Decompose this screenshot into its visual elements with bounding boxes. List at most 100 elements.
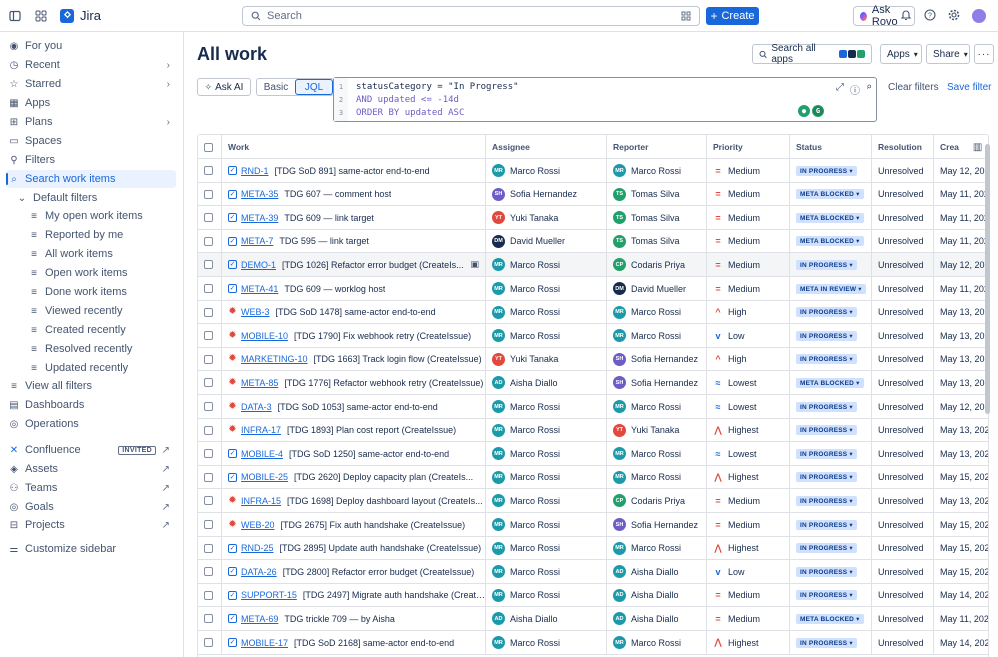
- table-row[interactable]: ✓ MOBILE-25 [TDG 2620] Deploy capacity pla…: [198, 465, 988, 490]
- sidebar-item-my-open-work-items[interactable]: ≡ My open work items: [6, 207, 176, 225]
- sidebar-item-all-work-items[interactable]: ≡ All work items: [6, 245, 176, 263]
- column-settings-icon[interactable]: ▥: [973, 142, 982, 153]
- reporter-cell[interactable]: DM David Mueller: [607, 277, 707, 300]
- sidebar-item-filters[interactable]: ⚲ Filters: [6, 151, 176, 169]
- row-checkbox[interactable]: [204, 331, 213, 341]
- priority-cell[interactable]: ⋀ Highest: [707, 536, 790, 560]
- reporter-cell[interactable]: MR Marco Rossi: [607, 536, 707, 560]
- search-all-apps-button[interactable]: Search all apps: [752, 43, 872, 65]
- issue-key-link[interactable]: META-85: [241, 378, 278, 388]
- issue-key-link[interactable]: MARKETING-10: [241, 354, 308, 364]
- status-cell[interactable]: IN PROGRESS ▾: [790, 253, 872, 277]
- status-cell[interactable]: IN PROGRESS ▾: [790, 347, 872, 371]
- priority-cell[interactable]: = Medium: [707, 489, 790, 513]
- external-link-icon[interactable]: ↗: [162, 483, 170, 494]
- status-badge[interactable]: IN PROGRESS ▾: [796, 637, 857, 648]
- assignee-cell[interactable]: MR Marco Rossi: [486, 159, 607, 182]
- priority-cell[interactable]: = Medium: [707, 583, 790, 607]
- chevron-right-icon[interactable]: ›: [167, 79, 170, 90]
- row-checkbox[interactable]: [204, 590, 213, 600]
- table-row[interactable]: ✹ WEB-20 [TDG 2675] Fix auth handshake (Cr…: [198, 513, 988, 537]
- table-row[interactable]: ✓ META-39 TDG 609 — link target YT Yuki Tana…: [198, 206, 988, 230]
- status-badge[interactable]: META BLOCKED ▾: [796, 377, 864, 388]
- reporter-cell[interactable]: TS Tomas Silva: [607, 206, 707, 230]
- sidebar-item-reported-by-me[interactable]: ≡ Reported by me: [6, 226, 176, 244]
- status-cell[interactable]: META BLOCKED ▾: [790, 229, 872, 253]
- assignee-cell[interactable]: MR Marco Rossi: [486, 442, 607, 466]
- select-all-checkbox[interactable]: [204, 142, 213, 152]
- issue-summary[interactable]: [TDG SoD 1053] same-actor end-to-end: [278, 402, 438, 412]
- table-row[interactable]: ✓ MOBILE-17 [TDG SoD 2168] same-actor end-…: [198, 631, 988, 655]
- sidebar-item-default-filters[interactable]: ⌄ Default filters: [6, 189, 176, 207]
- table-row[interactable]: ✓ SUPPORT-15 [TDG 2497] Migrate auth hands…: [198, 583, 988, 608]
- table-row[interactable]: ✓ DEMO-1 [TDG 1026] Refactor error budget …: [198, 253, 988, 277]
- sidebar-toggle-icon[interactable]: [8, 9, 22, 23]
- priority-cell[interactable]: ≈ Lowest: [707, 442, 790, 466]
- status-badge[interactable]: IN PROGRESS ▾: [796, 566, 857, 577]
- issue-key-link[interactable]: MOBILE-25: [241, 472, 288, 482]
- assignee-cell[interactable]: SH Sofia Hernandez: [486, 182, 607, 206]
- row-checkbox[interactable]: [204, 307, 213, 317]
- status-cell[interactable]: IN PROGRESS ▾: [790, 395, 872, 418]
- sidebar-item-starred[interactable]: ☆ Starred ›: [6, 75, 176, 93]
- reporter-cell[interactable]: CP Codaris Priya: [607, 253, 707, 277]
- row-checkbox[interactable]: [204, 236, 213, 246]
- status-cell[interactable]: IN PROGRESS ▾: [790, 324, 872, 348]
- reporter-cell[interactable]: MR Marco Rossi: [607, 442, 707, 466]
- assignee-cell[interactable]: MR Marco Rossi: [486, 536, 607, 560]
- issue-key-link[interactable]: WEB-3: [241, 307, 270, 317]
- priority-cell[interactable]: v Low: [707, 324, 790, 348]
- reporter-cell[interactable]: MR Marco Rossi: [607, 395, 707, 418]
- issue-key-link[interactable]: META-35: [241, 189, 278, 199]
- priority-cell[interactable]: ≈ Lowest: [707, 395, 790, 418]
- priority-cell[interactable]: = Medium: [707, 277, 790, 300]
- issue-key-link[interactable]: INFRA-15: [241, 496, 281, 506]
- status-cell[interactable]: META IN REVIEW ▾: [790, 277, 872, 300]
- status-badge[interactable]: META BLOCKED ▾: [796, 189, 864, 200]
- issue-summary[interactable]: TDG 595 — link target: [279, 236, 369, 246]
- status-badge[interactable]: IN PROGRESS ▾: [796, 495, 857, 506]
- sidebar-item-operations[interactable]: ◎ Operations: [6, 415, 176, 433]
- sidebar-item-recent[interactable]: ◷ Recent ›: [6, 56, 176, 74]
- issue-key-link[interactable]: DEMO-1: [241, 260, 276, 270]
- status-badge[interactable]: META IN REVIEW ▾: [796, 283, 866, 294]
- issue-summary[interactable]: TDG trickle 709 — by Aisha: [284, 614, 395, 624]
- external-link-icon[interactable]: ↗: [162, 445, 170, 456]
- column-header-reporter[interactable]: Reporter: [607, 135, 707, 159]
- status-cell[interactable]: IN PROGRESS ▾: [790, 300, 872, 324]
- table-row[interactable]: ✓ META-35 TDG 607 — comment host SH Sofia He…: [198, 182, 988, 207]
- sidebar-item-viewed-recently[interactable]: ≡ Viewed recently: [6, 302, 176, 320]
- ask-ai-button[interactable]: ✧ Ask AI: [197, 78, 251, 96]
- row-checkbox[interactable]: [204, 402, 213, 411]
- issue-summary[interactable]: [TDG 2675] Fix auth handshake (CreateIss…: [281, 520, 466, 530]
- issue-key-link[interactable]: MOBILE-4: [241, 449, 283, 459]
- priority-cell[interactable]: ≈ Lowest: [707, 371, 790, 395]
- external-link-icon[interactable]: ↗: [162, 464, 170, 475]
- column-header-work[interactable]: Work: [222, 135, 486, 159]
- assignee-cell[interactable]: MR Marco Rossi: [486, 277, 607, 300]
- priority-cell[interactable]: = Medium: [707, 229, 790, 253]
- assignee-cell[interactable]: MR Marco Rossi: [486, 513, 607, 536]
- assignee-cell[interactable]: MR Marco Rossi: [486, 560, 607, 584]
- sidebar-item-view-all-filters[interactable]: ≡ View all filters: [6, 377, 176, 395]
- reporter-cell[interactable]: AD Aisha Diallo: [607, 583, 707, 607]
- row-checkbox[interactable]: [204, 260, 213, 270]
- issue-summary[interactable]: [TDG SoD 1478] same-actor end-to-end: [276, 307, 436, 317]
- help-icon[interactable]: ⓘ: [850, 82, 860, 97]
- issue-summary[interactable]: [TDG 1026] Refactor error budget (Create…: [282, 260, 464, 270]
- status-badge[interactable]: META BLOCKED ▾: [796, 236, 864, 247]
- reporter-cell[interactable]: SH Sofia Hernandez: [607, 347, 707, 371]
- table-row[interactable]: ✓ META-69 TDG trickle 709 — by Aisha AD Aish…: [198, 607, 988, 631]
- clear-filters-button[interactable]: Clear filters: [888, 82, 939, 93]
- issue-key-link[interactable]: SUPPORT-15: [241, 590, 297, 600]
- row-checkbox[interactable]: [204, 638, 213, 647]
- row-checkbox[interactable]: [204, 614, 213, 624]
- sidebar-item-dashboards[interactable]: ▤ Dashboards: [6, 396, 176, 414]
- row-checkbox[interactable]: [204, 284, 213, 293]
- sidebar-item-created-recently[interactable]: ≡ Created recently: [6, 321, 176, 339]
- reporter-cell[interactable]: MR Marco Rossi: [607, 631, 707, 654]
- issue-key-link[interactable]: META-7: [241, 236, 273, 246]
- status-cell[interactable]: IN PROGRESS ▾: [790, 442, 872, 466]
- column-header-priority[interactable]: Priority: [707, 135, 790, 159]
- table-row[interactable]: ✓ RND-25 [TDG 2895] Update auth handshake …: [198, 536, 988, 561]
